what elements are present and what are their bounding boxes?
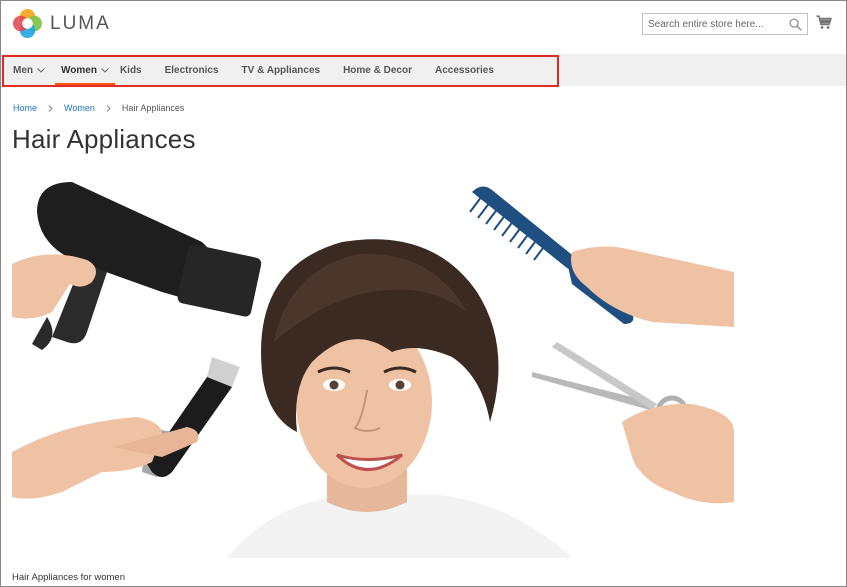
luma-logo-icon [13,9,42,38]
chevron-right-icon [106,104,111,112]
category-hero-image [12,172,734,558]
breadcrumb-home-link[interactable]: Home [13,103,37,113]
search-icon[interactable] [789,18,802,31]
nav-item-label: Home & Decor [343,64,412,76]
logo-text: LUMA [50,12,111,34]
breadcrumb-women-link[interactable]: Women [64,103,95,113]
nav-item-label: Women [61,64,97,76]
nav-item-electronics[interactable]: Electronics [165,54,219,86]
page-title: Hair Appliances [12,124,196,154]
site-header: LUMA [0,0,847,54]
store-logo[interactable]: LUMA [13,9,111,38]
cart-icon[interactable] [816,15,832,30]
nav-item-accessories[interactable]: Accessories [435,54,494,86]
search-box[interactable] [642,13,808,35]
category-description: Hair Appliances for women [12,572,125,583]
nav-item-men[interactable]: Men [13,54,45,86]
nav-item-label: Kids [119,64,142,76]
chevron-down-icon [101,67,109,73]
main-navigation: Men Women Kids Electronics TV & Applianc… [1,54,846,86]
nav-item-label: Men [13,64,33,76]
nav-item-women[interactable]: Women [55,54,115,86]
breadcrumb-current: Hair Appliances [121,103,185,113]
nav-item-label: Accessories [434,64,494,76]
nav-item-label: TV & Appliances [241,64,321,76]
nav-item-kids[interactable]: Kids [120,54,142,86]
chevron-right-icon [48,104,53,112]
nav-item-tv-appliances[interactable]: TV & Appliances [242,54,321,86]
nav-item-home-decor[interactable]: Home & Decor [343,54,412,86]
chevron-down-icon [37,67,45,73]
breadcrumb: Home Women Hair Appliances [13,103,184,113]
nav-item-label: Electronics [164,64,219,76]
search-input[interactable] [643,14,783,35]
